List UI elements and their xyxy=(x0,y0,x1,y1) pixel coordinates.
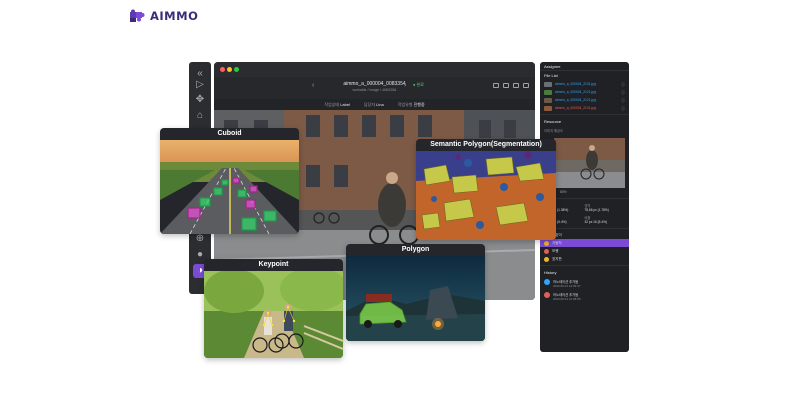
polygon-card: Polygon xyxy=(346,244,485,341)
puzzle-logo-icon xyxy=(130,9,145,22)
minimize-dot-icon[interactable] xyxy=(227,67,232,72)
class-item[interactable]: 보행 xyxy=(540,247,629,255)
file-thumbnail xyxy=(544,89,552,95)
file-list-title: File List xyxy=(544,73,558,78)
file-bar: ‹ aimmo_a_000004_0083354 workable / imag… xyxy=(214,77,535,99)
fullscreen-icon[interactable] xyxy=(523,83,529,88)
keypoint-image xyxy=(204,271,343,358)
window-titlebar xyxy=(214,62,535,77)
history-item[interactable]: 어노테이션 추가됨 2020.06.01 12:09:47 xyxy=(540,277,629,290)
class-label: 자동차 xyxy=(552,240,562,245)
history-title: History xyxy=(544,270,557,275)
resource-label: 이미지 해상도 xyxy=(544,129,564,133)
class-label: 보행 xyxy=(552,248,559,253)
resource-preview xyxy=(554,138,625,188)
resource-title: Resource xyxy=(544,119,562,124)
semantic-card: Semantic Polygon(Segmentation) xyxy=(416,139,556,240)
file-row[interactable]: aimmo_a_000004_2131.jpg ⓘ xyxy=(540,104,629,112)
file-row-name: aimmo_a_000004_2131.jpg xyxy=(555,106,596,110)
keypoint-title: Keypoint xyxy=(258,261,289,268)
panel-header: Assignee xyxy=(540,62,629,71)
cuboid-image xyxy=(160,140,299,234)
file-row[interactable]: aimmo_a_000004_2131.jpg ⓘ xyxy=(540,80,629,88)
class-label: 표지판 xyxy=(552,256,562,261)
history-item[interactable]: 어노테이션 추가됨 2020.06.01 12:08:55 xyxy=(540,290,629,303)
brand-logo: AIMMO xyxy=(129,9,198,23)
file-row[interactable]: aimmo_a_000004_2121.jpg ⓘ xyxy=(540,88,629,96)
grid-icon[interactable] xyxy=(513,83,519,88)
class-item-selected[interactable]: 자동차 xyxy=(540,239,629,247)
polygon-image xyxy=(346,256,485,341)
file-path: workable / image / 408/3354 xyxy=(352,88,397,92)
history-dot xyxy=(544,279,550,285)
meta-type: 작업유형 진행중 xyxy=(397,101,425,107)
history-time: 2020.06.01 12:09:47 xyxy=(553,284,581,288)
file-row-name: aimmo_a_000004_2131.jpg xyxy=(555,82,596,86)
meta-assignee: 담당자 Lina xyxy=(364,101,384,107)
cuboid-title: Cuboid xyxy=(217,130,242,137)
file-thumbnail xyxy=(544,97,552,103)
divider xyxy=(540,114,629,115)
file-thumbnail xyxy=(544,81,552,87)
maximize-dot-icon[interactable] xyxy=(234,67,239,72)
tag-icon[interactable]: ⌂ xyxy=(193,109,207,123)
history-time: 2020.06.01 12:08:55 xyxy=(553,297,581,301)
cuboid-card: Cuboid xyxy=(160,128,299,234)
next-file-icon[interactable]: › xyxy=(404,82,406,89)
file-name: aimmo_a_000004_0083354 xyxy=(343,81,406,87)
class-color-dot xyxy=(544,240,549,246)
close-dot-icon[interactable] xyxy=(220,67,225,72)
info-icon[interactable]: ⓘ xyxy=(621,106,625,112)
semantic-image xyxy=(416,151,556,240)
file-row[interactable]: aimmo_a_000004_2121.jpg ⓘ xyxy=(540,96,629,104)
file-row-name: aimmo_a_000004_2121.jpg xyxy=(555,98,596,102)
file-thumbnail xyxy=(544,105,552,111)
meta-status: 작업상태 Label xyxy=(324,101,350,107)
stat-item: 영역 78,66 px (1.78%) xyxy=(584,204,609,212)
toolbar-icons xyxy=(493,83,529,88)
class-item[interactable]: 표지판 xyxy=(540,255,629,263)
class-color-dot xyxy=(544,248,549,254)
fit-icon[interactable] xyxy=(503,83,509,88)
status-badge: ● 완료 xyxy=(413,82,424,87)
semantic-title: Semantic Polygon(Segmentation) xyxy=(430,141,542,148)
file-row-name: aimmo_a_000004_2121.jpg xyxy=(555,90,596,94)
meta-bar: 작업상태 Label 담당자 Lina 작업유형 진행중 xyxy=(214,99,535,110)
arrow-icon[interactable]: ▷ xyxy=(193,78,207,92)
save-icon[interactable] xyxy=(493,83,499,88)
divider xyxy=(540,265,629,266)
brand-name: AIMMO xyxy=(150,9,199,23)
polygon-title: Polygon xyxy=(401,246,430,253)
keypoint-card: Keypoint xyxy=(204,259,343,358)
history-dot xyxy=(544,292,550,298)
stat-item: 비율 32 px 16 (5.4%) xyxy=(584,216,608,224)
zoom-icon[interactable]: ⊕ xyxy=(193,232,207,246)
class-color-dot xyxy=(544,256,549,262)
move-icon[interactable]: ✥ xyxy=(193,93,207,107)
